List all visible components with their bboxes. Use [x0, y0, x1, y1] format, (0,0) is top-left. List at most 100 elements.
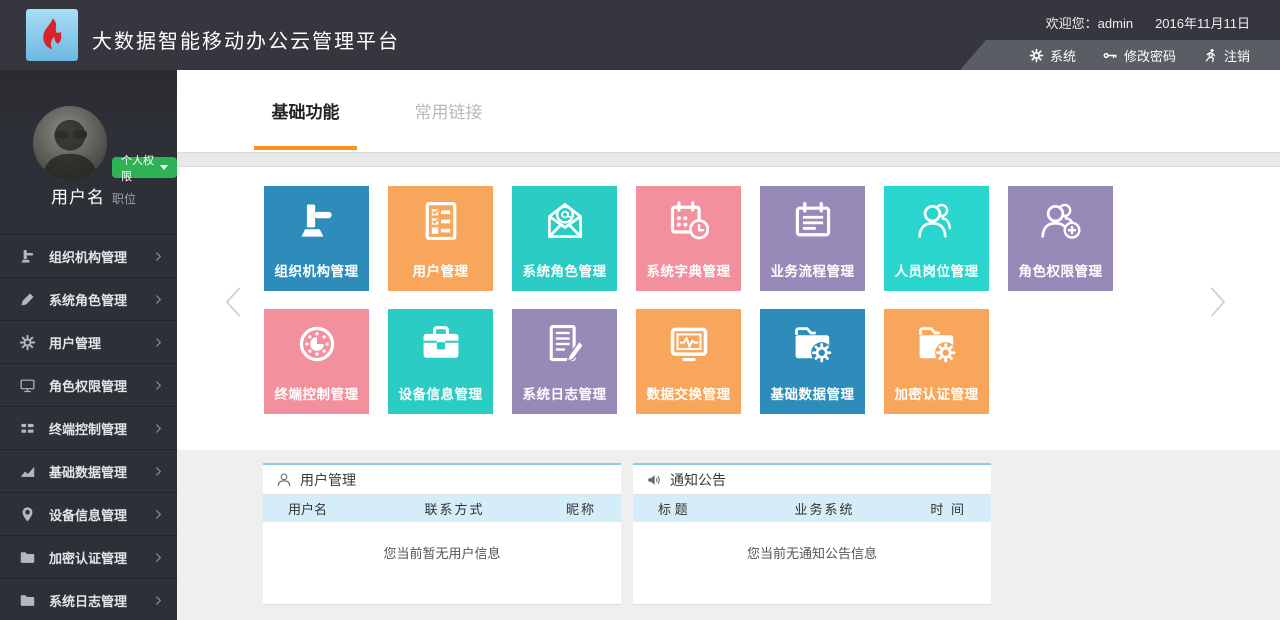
- carousel-left-button[interactable]: [217, 271, 251, 333]
- quick-actions: 系统 修改密码 注销: [960, 40, 1280, 70]
- sidebar-menu-label: 角色权限管理: [49, 376, 127, 395]
- sidebar-menu-label: 系统日志管理: [49, 591, 127, 610]
- chevron-left-large-icon: [217, 271, 251, 333]
- gavel-icon: [295, 199, 339, 243]
- tile[interactable]: 系统日志管理: [512, 309, 617, 414]
- chevron-right-icon: [153, 595, 164, 606]
- panel-column-headers: 用户名 联系方式 昵称: [263, 495, 621, 522]
- avatar: [33, 106, 107, 180]
- tile[interactable]: 系统角色管理: [512, 186, 617, 291]
- header-date: 2016年11月11日: [1155, 16, 1250, 31]
- chevron-right-icon: [153, 552, 164, 563]
- checklist-icon: [419, 199, 463, 243]
- welcome-label: 欢迎您：: [1046, 16, 1098, 31]
- clipboard-icon: [791, 199, 835, 243]
- flame-logo-icon: [33, 16, 71, 54]
- tile[interactable]: 人员岗位管理: [884, 186, 989, 291]
- sidebar-menu-item[interactable]: 系统日志管理: [0, 578, 177, 620]
- tile[interactable]: 系统字典管理: [636, 186, 741, 291]
- sidebar-menu-item[interactable]: 终端控制管理: [0, 406, 177, 449]
- chevron-right-large-icon: [1200, 271, 1234, 333]
- tile[interactable]: 数据交换管理: [636, 309, 741, 414]
- tile[interactable]: 业务流程管理: [760, 186, 865, 291]
- column-header: 联系方式: [383, 499, 526, 518]
- grid-icon: [19, 420, 36, 437]
- tile[interactable]: 终端控制管理: [264, 309, 369, 414]
- chevron-right-icon: [153, 423, 164, 434]
- caret-down-icon: [160, 165, 168, 170]
- people-icon: [915, 199, 959, 243]
- tile-grid: 组织机构管理 用户管理 系统角色管理 系统字典管理 业务流程管理 人员岗位管理 …: [264, 186, 1113, 432]
- quick-action[interactable]: 注销: [1203, 46, 1250, 65]
- calendar-clock-icon: [667, 199, 711, 243]
- tile[interactable]: 加密认证管理: [884, 309, 989, 414]
- column-header: 昵称: [526, 499, 621, 518]
- tile-row: 组织机构管理 用户管理 系统角色管理 系统字典管理 业务流程管理 人员岗位管理 …: [264, 186, 1113, 291]
- doc-pencil-icon: [543, 322, 587, 366]
- tile-label: 人员岗位管理: [895, 260, 979, 280]
- dial-icon: [295, 322, 339, 366]
- chevron-right-icon: [153, 380, 164, 391]
- gear-icon: [1029, 48, 1044, 63]
- people-plus-icon: [1039, 199, 1083, 243]
- panel-2: 通知公告 标 题 业务系统 时 间 您当前无通知公告信息: [633, 463, 991, 604]
- sidebar-menu-label: 基础数据管理: [49, 462, 127, 481]
- sidebar-menu-item[interactable]: 基础数据管理: [0, 449, 177, 492]
- chevron-right-icon: [153, 337, 164, 348]
- tile-label: 角色权限管理: [1019, 260, 1103, 280]
- mail-at-icon: [543, 199, 587, 243]
- sidebar-menu-item[interactable]: 用户管理: [0, 320, 177, 363]
- user-icon: [276, 472, 292, 488]
- tab-2[interactable]: 常用链接: [397, 70, 500, 149]
- permission-badge[interactable]: 个人权限: [112, 157, 177, 178]
- sidebar-menu: 组织机构管理 系统角色管理 用户管理 角色权限管理 终端控制管理 基础数据管理 …: [0, 234, 177, 620]
- app-logo: [26, 9, 78, 61]
- tile-label: 系统角色管理: [523, 260, 607, 280]
- welcome-username: admin: [1098, 16, 1133, 31]
- sidebar-menu-item[interactable]: 设备信息管理: [0, 492, 177, 535]
- monitor-wave-icon: [667, 322, 711, 366]
- quick-action[interactable]: 修改密码: [1103, 46, 1176, 65]
- column-header: 标 题: [633, 499, 753, 518]
- tile[interactable]: 用户管理: [388, 186, 493, 291]
- sidebar-menu-item[interactable]: 加密认证管理: [0, 535, 177, 578]
- quick-action[interactable]: 系统: [1029, 46, 1076, 65]
- carousel-right-button[interactable]: [1200, 271, 1234, 333]
- column-header: 用户名: [263, 499, 383, 518]
- tile[interactable]: 设备信息管理: [388, 309, 493, 414]
- chevron-right-icon: [153, 294, 164, 305]
- tile-row: 终端控制管理 设备信息管理 系统日志管理 数据交换管理 基础数据管理 加密认证管…: [264, 309, 1113, 414]
- tile-label: 基础数据管理: [771, 383, 855, 403]
- folder-gear-icon: [791, 322, 835, 366]
- briefcase-icon: [419, 322, 463, 366]
- tile-area: 组织机构管理 用户管理 系统角色管理 系统字典管理 业务流程管理 人员岗位管理 …: [177, 167, 1280, 450]
- chart-icon: [19, 463, 36, 480]
- gavel-icon: [19, 248, 36, 265]
- tile[interactable]: 角色权限管理: [1008, 186, 1113, 291]
- panel-title: 用户管理: [300, 470, 356, 490]
- permission-badge-label: 个人权限: [121, 152, 154, 184]
- panel-empty-message: 您当前无通知公告信息: [633, 522, 991, 562]
- sidebar-menu-label: 用户管理: [49, 333, 101, 352]
- sidebar-menu-label: 终端控制管理: [49, 419, 127, 438]
- tile[interactable]: 组织机构管理: [264, 186, 369, 291]
- sidebar-menu-item[interactable]: 组织机构管理: [0, 234, 177, 277]
- folder-gear-icon: [915, 322, 959, 366]
- folder-icon: [19, 592, 36, 609]
- chevron-right-icon: [153, 466, 164, 477]
- tile[interactable]: 基础数据管理: [760, 309, 865, 414]
- sidebar-menu-item[interactable]: 系统角色管理: [0, 277, 177, 320]
- column-header: 时 间: [896, 499, 991, 518]
- chevron-right-icon: [153, 251, 164, 262]
- speaker-icon: [646, 472, 662, 488]
- tile-label: 数据交换管理: [647, 383, 731, 403]
- user-photo-icon: [33, 106, 107, 180]
- sidebar-menu-label: 加密认证管理: [49, 548, 127, 567]
- main-content: 基础功能 常用链接 组织机构管理 用户管理 系统角色管理 系统字典管理 业务流程…: [177, 70, 1280, 620]
- tile-label: 用户管理: [413, 260, 469, 280]
- sidebar-menu-item[interactable]: 角色权限管理: [0, 363, 177, 406]
- sidebar: 个人权限 用户名职位 组织机构管理 系统角色管理 用户管理 角色权限管理 终端控…: [0, 70, 177, 620]
- tile-label: 系统字典管理: [647, 260, 731, 280]
- gear-icon: [19, 334, 36, 351]
- tile-label: 设备信息管理: [399, 383, 483, 403]
